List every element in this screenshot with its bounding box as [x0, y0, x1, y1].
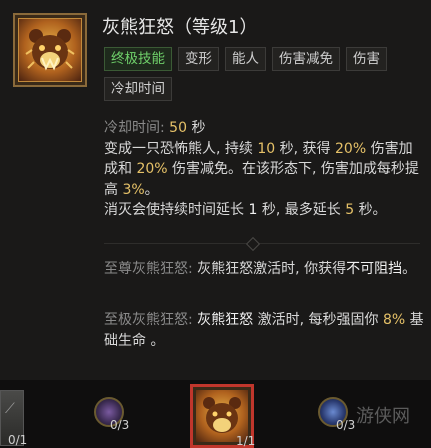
tag-damage-reduction: 伤害减免	[272, 47, 340, 71]
tag-ultimate: 终极技能	[104, 47, 172, 71]
slot-1-count: 0/1	[8, 433, 28, 447]
skill-bar: ⟋ 0/1 0/3 1/1 0/3 游侠网	[0, 380, 431, 448]
tag-shapeshift: 变形	[178, 47, 219, 71]
extension-paragraph: 消灭会使持续时间延长 1 秒, 最多延长 5 秒。	[104, 202, 387, 218]
divider-diamond	[245, 236, 261, 252]
slot-3-count: 1/1	[236, 434, 256, 448]
skill-icon-frame	[13, 13, 87, 87]
effect-paragraph: 变成一只恐怖熊人, 持续 10 秒, 获得 20% 伤害加成和 20% 伤害减免…	[104, 140, 419, 198]
skill-tooltip: 灰熊狂怒（等级1） 终极技能 变形 能人 伤害减免 伤害 冷却时间 冷却时间: …	[0, 0, 431, 380]
skill-tags: 终极技能 变形 能人 伤害减免 伤害 冷却时间	[104, 47, 426, 101]
slot-2-count: 0/3	[110, 418, 130, 432]
tag-werebear: 能人	[225, 47, 266, 71]
bear-head-icon	[18, 18, 82, 82]
upgrade-supreme: 至尊灰熊狂怒: 灰熊狂怒激活时, 你获得不可阻挡。	[104, 261, 417, 277]
upgrade-ultimate: 至极灰熊狂怒: 灰熊狂怒 激活时, 每秒强固你 8% 基础生命 。	[104, 312, 424, 349]
slot-4-count: 0/3	[336, 418, 356, 432]
section-divider	[104, 243, 420, 244]
skill-description: 冷却时间: 50 秒 变成一只恐怖熊人, 持续 10 秒, 获得 20% 伤害加…	[104, 118, 422, 221]
watermark-logo: 游侠网	[356, 406, 410, 427]
skill-title: 灰熊狂怒（等级1）	[102, 17, 258, 38]
cooldown-line: 冷却时间: 50 秒	[104, 120, 206, 136]
claw-icon: ⟋	[5, 401, 15, 417]
tag-damage: 伤害	[346, 47, 387, 71]
tag-cooldown: 冷却时间	[104, 77, 172, 101]
